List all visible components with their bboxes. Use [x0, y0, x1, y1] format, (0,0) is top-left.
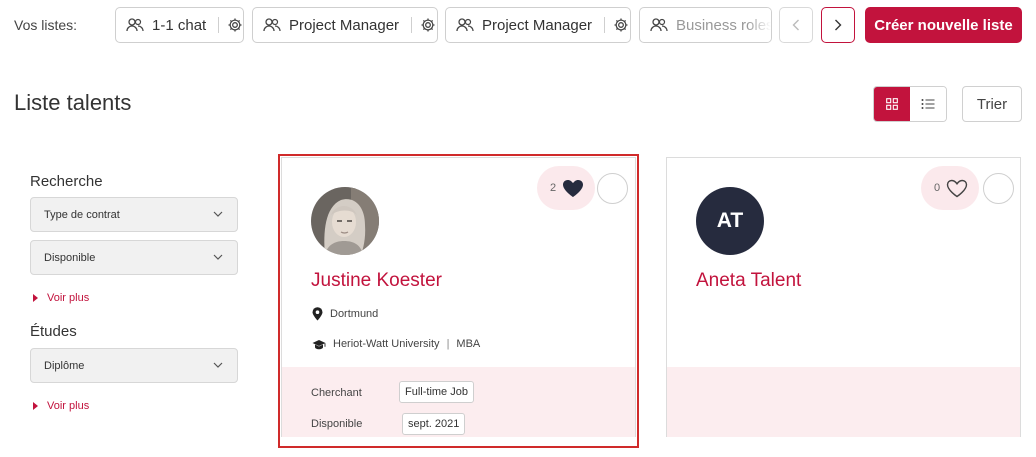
gear-icon[interactable]: [420, 17, 436, 33]
select-value: Diplôme: [44, 359, 85, 372]
divider: [604, 17, 606, 33]
chevron-right-icon: [835, 19, 842, 31]
list-chip-label: Project Manager: [482, 16, 593, 34]
list-chip-project-manager-2[interactable]: Project Manager: [445, 7, 631, 43]
see-more-label: Voir plus: [47, 400, 90, 412]
like-button[interactable]: 0: [921, 166, 979, 210]
gear-icon[interactable]: [227, 17, 243, 33]
caret-right-icon: [33, 402, 38, 410]
select-value: Disponible: [44, 251, 96, 264]
avatar-initials: AT: [696, 187, 764, 255]
candidate-name[interactable]: Aneta Talent: [696, 270, 801, 292]
lists-next-button[interactable]: [821, 7, 855, 43]
lists-bar: Vos listes: 1-1 chat Project Manager Pro…: [0, 7, 1036, 43]
list-chip-1-1-chat[interactable]: 1-1 chat: [115, 7, 244, 43]
list-chip-project-manager-1[interactable]: Project Manager: [252, 7, 438, 43]
divider: [411, 17, 413, 33]
people-icon: [126, 18, 144, 32]
chevron-down-icon: [213, 254, 223, 260]
people-icon: [263, 18, 281, 32]
candidate-card[interactable]: 0 AT Aneta Talent: [666, 157, 1021, 437]
list-icon: [921, 99, 935, 109]
chevron-down-icon: [213, 362, 223, 368]
page-title: Liste talents: [14, 90, 132, 115]
sort-button[interactable]: Trier: [962, 86, 1022, 122]
people-icon: [650, 18, 668, 32]
see-more-search-link[interactable]: Voir plus: [33, 292, 89, 304]
divider: [218, 17, 220, 33]
heart-outline-icon: [946, 179, 968, 197]
chevron-left-icon: [792, 19, 799, 31]
contract-type-select[interactable]: Type de contrat: [30, 197, 238, 232]
fade-overlay: [747, 8, 771, 42]
search-heading: Recherche: [30, 173, 103, 190]
view-toggle: [873, 86, 947, 122]
select-candidate-checkbox[interactable]: [983, 173, 1014, 204]
list-chip-business-roles[interactable]: Business roles: [639, 7, 772, 43]
gear-icon[interactable]: [613, 17, 629, 33]
studies-heading: Études: [30, 323, 77, 340]
create-list-button[interactable]: Créer nouvelle liste: [865, 7, 1022, 43]
like-count: 0: [934, 182, 941, 194]
lists-label: Vos listes:: [14, 17, 78, 33]
select-value: Type de contrat: [44, 208, 120, 221]
list-view-button[interactable]: [910, 87, 946, 121]
lists-prev-button[interactable]: [779, 7, 813, 43]
people-icon: [456, 18, 474, 32]
caret-right-icon: [33, 294, 38, 302]
see-more-studies-link[interactable]: Voir plus: [33, 400, 89, 412]
list-chip-label: 1-1 chat: [152, 16, 207, 34]
list-chip-label: Project Manager: [289, 16, 400, 34]
degree-select[interactable]: Diplôme: [30, 348, 238, 383]
grid-view-button[interactable]: [874, 87, 910, 121]
card-highlight-outline: [278, 154, 639, 448]
availability-select[interactable]: Disponible: [30, 240, 238, 275]
card-details-panel: [667, 367, 1020, 437]
see-more-label: Voir plus: [47, 292, 90, 304]
grid-icon: [886, 98, 898, 110]
chevron-down-icon: [213, 211, 223, 217]
